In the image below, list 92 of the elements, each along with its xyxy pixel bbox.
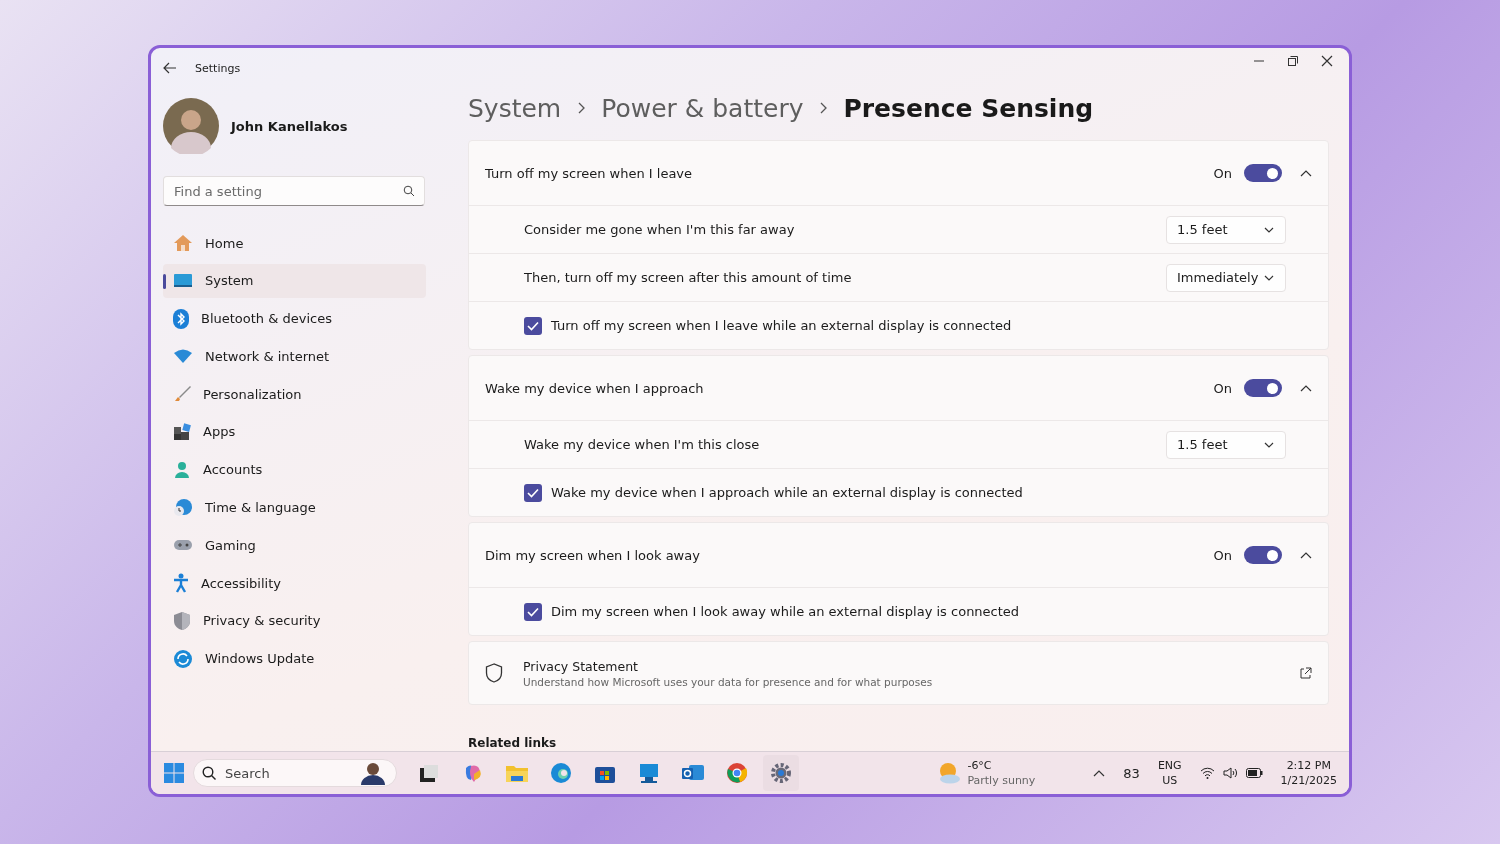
privacy-card[interactable]: Privacy Statement Understand how Microsoft uses your data for presence and for what purposes [468, 641, 1329, 705]
nav-item[interactable]: Privacy & security [163, 603, 426, 638]
chevron-up-icon [1093, 769, 1106, 777]
chevron-right-icon [577, 102, 586, 114]
sync-icon [173, 648, 193, 669]
breadcrumb-item: Presence Sensing [843, 93, 1094, 123]
sun-cloud-icon [937, 762, 962, 784]
search-icon [403, 185, 415, 197]
privacy-title: Privacy Statement [523, 658, 639, 674]
restore-icon[interactable] [1287, 55, 1299, 67]
section-heading: Related links [468, 736, 557, 750]
setting-label: Consider me gone when I'm this far away [524, 222, 795, 237]
check-icon [527, 487, 539, 498]
setting-title: Dim my screen when I look away [485, 547, 700, 563]
check-icon [527, 320, 539, 331]
selection-indicator [163, 273, 166, 289]
shield-icon [173, 610, 191, 631]
nav-item[interactable]: System [163, 263, 426, 298]
breadcrumb-item[interactable]: System [468, 93, 562, 123]
distance-dropdown[interactable]: Immediately [1166, 263, 1286, 292]
breadcrumb-item[interactable]: Power & battery [601, 93, 804, 123]
house-icon [173, 234, 193, 252]
toggle-state-label: On [1213, 547, 1232, 563]
nav-item[interactable]: Home [163, 226, 426, 260]
person-icon [173, 460, 191, 479]
wifi-icon [173, 349, 193, 364]
setting-label: Then, turn off my screen after this amount of time [524, 270, 852, 285]
volume-icon[interactable] [1222, 767, 1238, 779]
monitor-icon [173, 272, 193, 289]
chevron-down-icon [1263, 273, 1275, 282]
toggle-switch[interactable] [1244, 546, 1282, 564]
nav-item[interactable]: Apps [163, 415, 426, 449]
temperature: -6°C [967, 758, 992, 773]
bluetooth-icon [173, 308, 189, 329]
chevron-right-icon [819, 102, 828, 114]
wifi-icon[interactable] [1199, 767, 1215, 779]
nav-item[interactable]: Personalization [163, 377, 426, 412]
nav-item[interactable]: Bluetooth & devices [163, 301, 426, 336]
chevron-down-icon [1263, 440, 1275, 449]
shield-icon [485, 663, 503, 683]
nav-item[interactable]: Accounts [163, 452, 426, 487]
avatar [163, 98, 219, 154]
nav-item[interactable]: Time & language [163, 490, 426, 525]
checkbox[interactable] [524, 602, 542, 621]
toggle-state-label: On [1213, 380, 1232, 396]
accessibility-icon [173, 573, 189, 594]
search-placeholder: Search [225, 765, 270, 781]
distance-dropdown[interactable]: 1.5 feet [1166, 215, 1286, 244]
clock-date: 1/21/2025 [1280, 773, 1337, 788]
chevron-up-icon [1300, 551, 1312, 559]
nav-item[interactable]: Gaming [163, 528, 426, 563]
battery-icon[interactable] [1245, 768, 1263, 778]
chevron-down-icon [1263, 225, 1275, 234]
back-icon[interactable] [163, 62, 177, 74]
toggle-switch[interactable] [1244, 164, 1282, 182]
chevron-up-icon [1300, 169, 1312, 177]
gamepad-icon [173, 538, 193, 553]
setting-title: Turn off my screen when I leave [485, 165, 693, 181]
checkbox-label: Wake my device when I approach while an external display is connected [551, 485, 1023, 500]
brush-icon [173, 385, 191, 404]
tray-count: 83 [1123, 765, 1140, 781]
toggle-state-label: On [1213, 165, 1232, 181]
toggle-switch[interactable] [1244, 379, 1282, 397]
nav-item[interactable]: Windows Update [163, 641, 426, 676]
chevron-up-icon [1300, 384, 1312, 392]
setting-title: Wake my device when I approach [485, 380, 704, 396]
checkbox-label: Dim my screen when I look away while an external display is connected [551, 604, 1020, 619]
weather-condition: Partly sunny [967, 773, 1036, 788]
figure-icon [358, 761, 388, 785]
globe-clock-icon [173, 497, 193, 518]
user-name: John Kanellakos [231, 118, 348, 134]
external-link-icon [1299, 666, 1312, 680]
taskbar-search[interactable]: Search [193, 759, 397, 787]
region-indicator: US [1162, 773, 1178, 788]
close-icon[interactable] [1321, 55, 1333, 67]
checkbox-label: Turn off my screen when I leave while an external display is connected [551, 318, 1012, 333]
search-field[interactable]: Find a setting [163, 176, 425, 206]
setting-label: Wake my device when I'm this close [524, 437, 760, 452]
gear-icon[interactable] [763, 755, 799, 791]
start-icon[interactable] [163, 762, 185, 784]
checkbox[interactable] [524, 483, 542, 502]
privacy-description: Understand how Microsoft uses your data for presence and for what purposes [523, 675, 933, 688]
language-indicator: ENG [1157, 758, 1182, 773]
nav-item[interactable]: Accessibility [163, 566, 426, 601]
nav-item[interactable]: Network & internet [163, 339, 426, 374]
check-icon [527, 606, 539, 617]
apps-icon [173, 423, 191, 441]
checkbox[interactable] [524, 316, 542, 335]
search-icon [202, 765, 217, 781]
window-title: Settings [195, 61, 241, 75]
clock-time: 2:12 PM [1286, 758, 1331, 773]
distance-dropdown[interactable]: 1.5 feet [1166, 430, 1286, 459]
